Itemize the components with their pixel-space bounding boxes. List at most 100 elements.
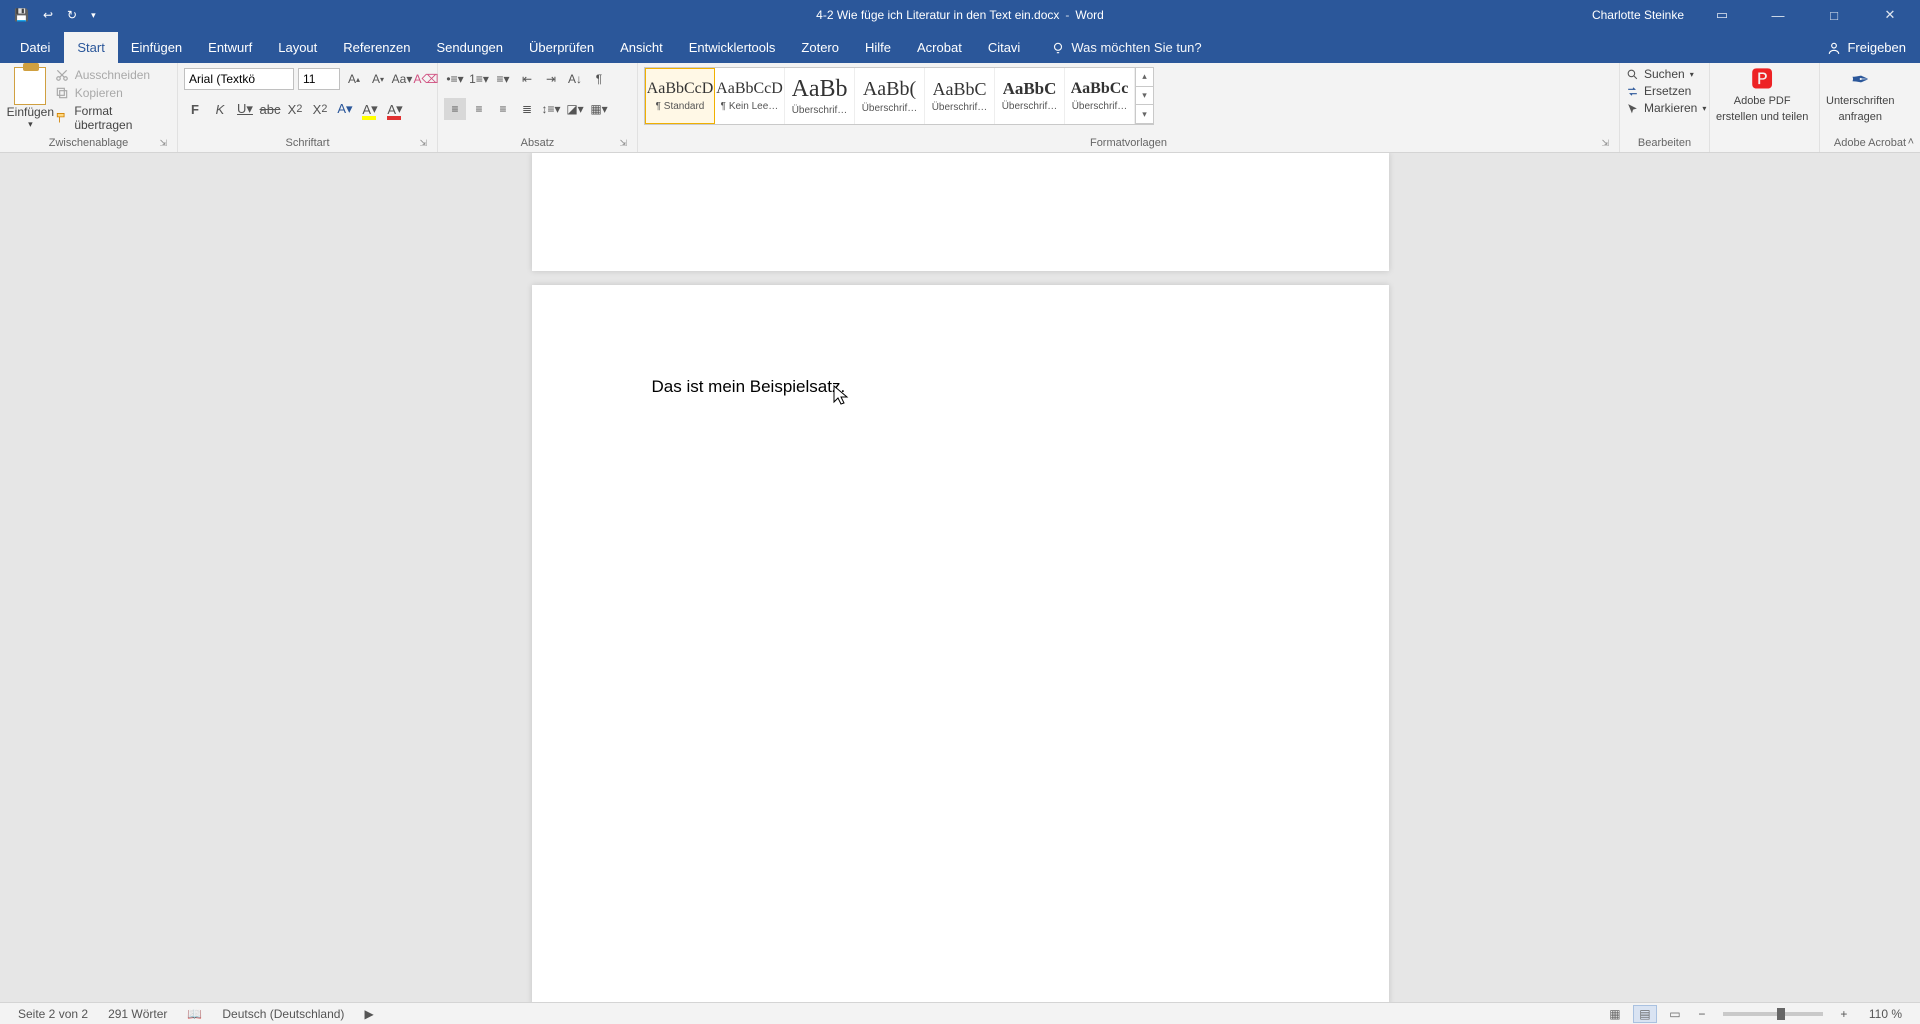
tab-zotero[interactable]: Zotero xyxy=(788,32,852,63)
style-ueberschrift-1[interactable]: AaBbÜberschrif… xyxy=(785,68,855,124)
tab-start[interactable]: Start xyxy=(64,32,117,63)
tab-einfuegen[interactable]: Einfügen xyxy=(118,32,195,63)
text-effects-button[interactable]: A▾ xyxy=(334,98,356,120)
borders-button[interactable]: ▦▾ xyxy=(588,98,610,120)
line-spacing-button[interactable]: ↕≡▾ xyxy=(540,98,562,120)
change-case-button[interactable]: Aa▾ xyxy=(392,68,412,90)
sort-button[interactable]: A↓ xyxy=(564,68,586,90)
tab-file[interactable]: Datei xyxy=(6,32,64,63)
tab-citavi[interactable]: Citavi xyxy=(975,32,1034,63)
shading-button[interactable]: ◪▾ xyxy=(564,98,586,120)
styles-launcher-icon[interactable]: ⇲ xyxy=(1601,138,1609,149)
page-previous[interactable] xyxy=(532,153,1389,271)
create-pdf-button[interactable]: 🅿 Adobe PDF erstellen und teilen xyxy=(1716,65,1808,124)
status-proofing-icon[interactable]: 📖 xyxy=(177,1007,212,1021)
page-current[interactable]: Das ist mein Beispielsatz. xyxy=(532,285,1389,1002)
tab-referenzen[interactable]: Referenzen xyxy=(330,32,423,63)
status-language[interactable]: Deutsch (Deutschland) xyxy=(212,1007,354,1021)
view-print-layout-button[interactable]: ▤ xyxy=(1633,1005,1657,1023)
subscript-button[interactable]: X2 xyxy=(284,98,306,120)
undo-icon[interactable]: ↩ xyxy=(43,8,53,22)
justify-button[interactable]: ≣ xyxy=(516,98,538,120)
close-icon[interactable]: ✕ xyxy=(1872,7,1908,23)
align-center-button[interactable]: ≡ xyxy=(468,98,490,120)
style-ueberschrift-3[interactable]: AaBbCÜberschrif… xyxy=(925,68,995,124)
superscript-button[interactable]: X2 xyxy=(309,98,331,120)
tab-acrobat[interactable]: Acrobat xyxy=(904,32,975,63)
style-ueberschrift-5[interactable]: AaBbCcÜberschrif… xyxy=(1065,68,1135,124)
save-icon[interactable]: 💾 xyxy=(14,8,29,22)
style-ueberschrift-2[interactable]: AaBb(Überschrif… xyxy=(855,68,925,124)
grow-font-button[interactable]: A▴ xyxy=(344,68,364,90)
zoom-level[interactable]: 110 % xyxy=(1859,1007,1912,1021)
numbering-button[interactable]: 1≡▾ xyxy=(468,68,490,90)
user-name[interactable]: Charlotte Steinke xyxy=(1592,8,1684,22)
lightbulb-icon xyxy=(1051,41,1065,55)
style-kein-leerraum[interactable]: AaBbCcD¶ Kein Lee… xyxy=(715,68,785,124)
gallery-expand-icon[interactable]: ▾ xyxy=(1136,105,1153,124)
increase-indent-button[interactable]: ⇥ xyxy=(540,68,562,90)
document-area[interactable]: Das ist mein Beispielsatz. xyxy=(0,153,1920,1002)
font-color-button[interactable]: A▾ xyxy=(384,98,406,120)
underline-button[interactable]: U▾ xyxy=(234,98,256,120)
tab-entwurf[interactable]: Entwurf xyxy=(195,32,265,63)
zoom-slider[interactable] xyxy=(1723,1012,1823,1016)
replace-button[interactable]: Ersetzen xyxy=(1626,84,1706,98)
document-body-text[interactable]: Das ist mein Beispielsatz. xyxy=(652,377,846,396)
align-right-button[interactable]: ≡ xyxy=(492,98,514,120)
paragraph-launcher-icon[interactable]: ⇲ xyxy=(619,138,627,149)
decrease-indent-button[interactable]: ⇤ xyxy=(516,68,538,90)
tell-me-search[interactable]: Was möchten Sie tun? xyxy=(1041,32,1211,63)
tab-sendungen[interactable]: Sendungen xyxy=(424,32,517,63)
cut-button[interactable]: Ausschneiden xyxy=(55,68,171,82)
tab-entwicklertools[interactable]: Entwicklertools xyxy=(676,32,789,63)
tab-ansicht[interactable]: Ansicht xyxy=(607,32,676,63)
cursor-icon xyxy=(1626,102,1639,115)
request-signatures-button[interactable]: ✒ Unterschriften anfragen xyxy=(1826,65,1894,124)
share-button[interactable]: Freigeben xyxy=(1813,32,1920,63)
status-word-count[interactable]: 291 Wörter xyxy=(98,1007,177,1021)
highlight-button[interactable]: A▾ xyxy=(359,98,381,120)
font-name-input[interactable] xyxy=(184,68,294,90)
view-read-mode-button[interactable]: ▦ xyxy=(1603,1005,1627,1023)
zoom-out-button[interactable]: − xyxy=(1693,1007,1711,1021)
shrink-font-button[interactable]: A▾ xyxy=(368,68,388,90)
select-button[interactable]: Markieren▾ xyxy=(1626,101,1706,115)
pdf-icon: 🅿 xyxy=(1751,67,1773,93)
font-launcher-icon[interactable]: ⇲ xyxy=(419,138,427,149)
align-left-button[interactable]: ≡ xyxy=(444,98,466,120)
view-web-layout-button[interactable]: ▭ xyxy=(1663,1005,1687,1023)
find-button[interactable]: Suchen▾ xyxy=(1626,67,1706,81)
clear-formatting-button[interactable]: A⌫ xyxy=(416,68,436,90)
group-editing: Suchen▾ Ersetzen Markieren▾ Bearbeiten xyxy=(1620,63,1710,152)
paste-button[interactable]: Einfügen ▾ xyxy=(6,65,55,130)
qat-customize-icon[interactable]: ▾ xyxy=(91,10,96,21)
gallery-scroll-down-icon[interactable]: ▾ xyxy=(1136,87,1153,106)
copy-button[interactable]: Kopieren xyxy=(55,86,171,100)
tab-ueberpruefen[interactable]: Überprüfen xyxy=(516,32,607,63)
redo-icon[interactable]: ↻ xyxy=(67,8,77,22)
style-ueberschrift-4[interactable]: AaBbCÜberschrif… xyxy=(995,68,1065,124)
collapse-ribbon-icon[interactable]: ˄ xyxy=(1908,136,1914,148)
show-marks-button[interactable]: ¶ xyxy=(588,68,610,90)
strikethrough-button[interactable]: abc xyxy=(259,98,281,120)
style-standard[interactable]: AaBbCcD¶ Standard xyxy=(645,68,715,124)
tab-layout[interactable]: Layout xyxy=(265,32,330,63)
zoom-slider-thumb[interactable] xyxy=(1777,1008,1785,1020)
zoom-in-button[interactable]: + xyxy=(1835,1007,1853,1021)
status-macro-icon[interactable]: ▶ xyxy=(354,1007,383,1021)
maximize-icon[interactable]: □ xyxy=(1816,8,1852,23)
group-label-clipboard: Zwischenablage xyxy=(49,137,129,149)
bullets-button[interactable]: •≡▾ xyxy=(444,68,466,90)
font-size-input[interactable] xyxy=(298,68,340,90)
status-page[interactable]: Seite 2 von 2 xyxy=(8,1007,98,1021)
ribbon-display-options-icon[interactable]: ▭ xyxy=(1704,7,1740,23)
clipboard-launcher-icon[interactable]: ⇲ xyxy=(159,138,167,149)
format-painter-button[interactable]: Format übertragen xyxy=(55,104,171,132)
italic-button[interactable]: K xyxy=(209,98,231,120)
bold-button[interactable]: F xyxy=(184,98,206,120)
minimize-icon[interactable]: — xyxy=(1760,8,1796,23)
tab-hilfe[interactable]: Hilfe xyxy=(852,32,904,63)
gallery-scroll-up-icon[interactable]: ▴ xyxy=(1136,68,1153,87)
multilevel-list-button[interactable]: ≡▾ xyxy=(492,68,514,90)
